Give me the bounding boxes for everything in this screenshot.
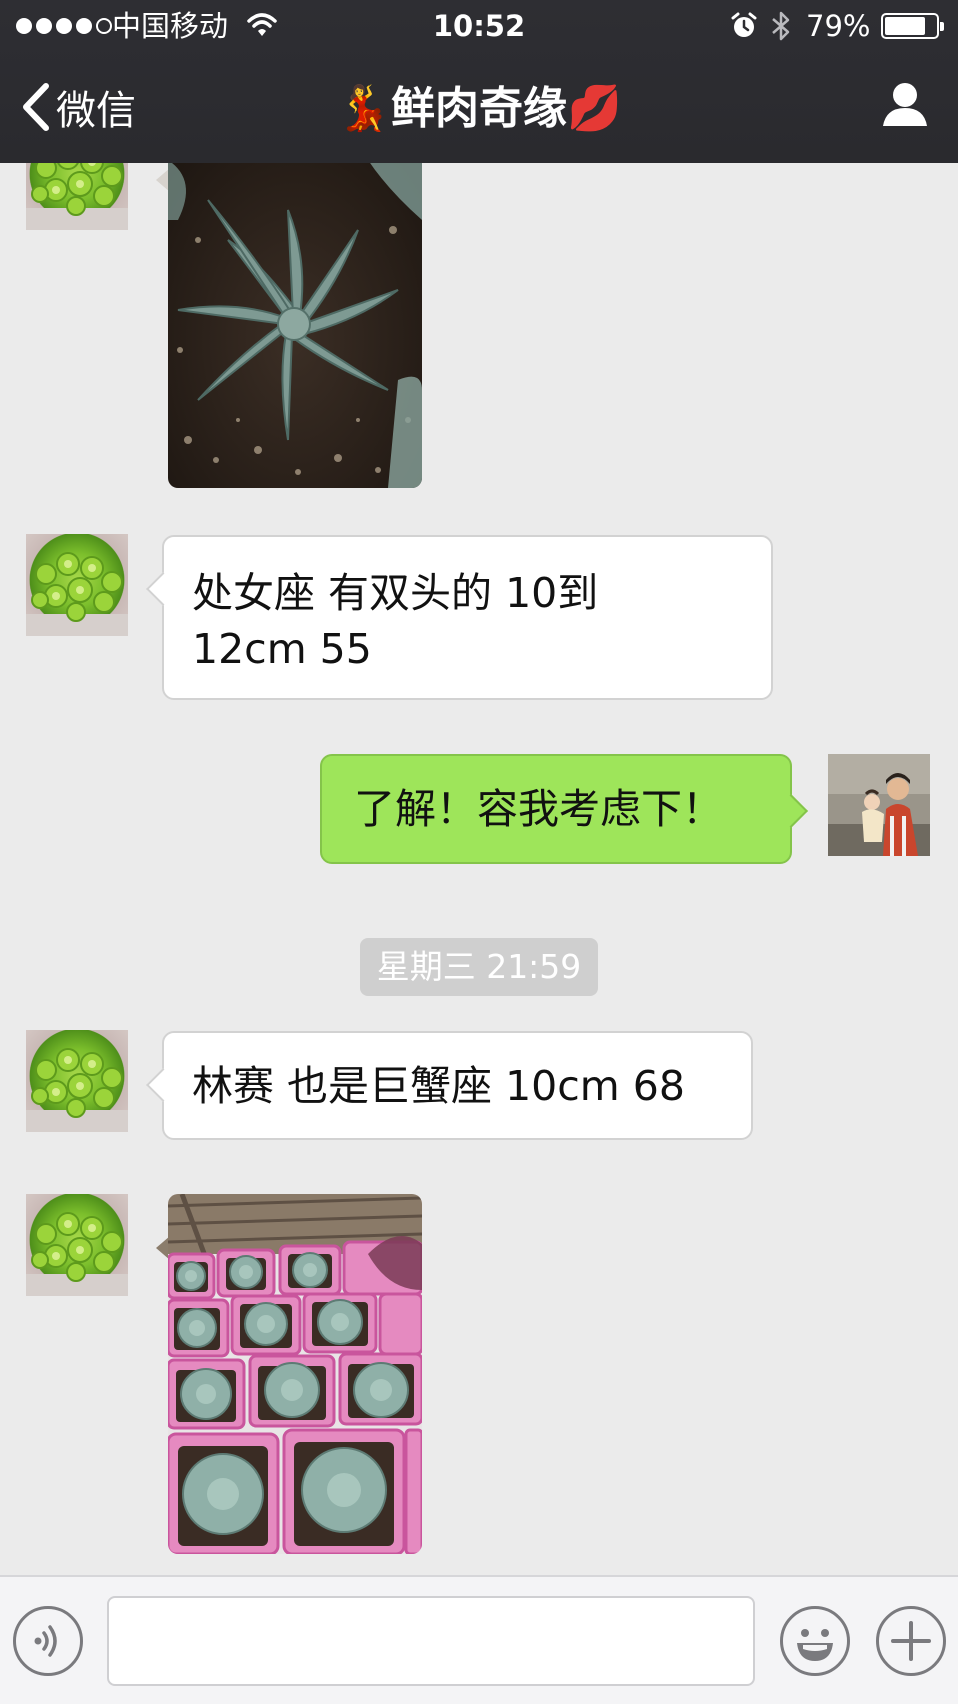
message-text-line: 处女座 有双头的 10到 [192,569,599,617]
voice-input-button[interactable] [13,1606,83,1676]
alarm-icon [731,12,757,44]
contact-avatar[interactable] [26,1194,128,1296]
person-icon [883,83,927,126]
input-toolbar [0,1575,958,1704]
battery-tip [940,22,944,31]
smiley-icon [797,1629,833,1661]
message-bubble-sent[interactable]: 了解！容我考虑下！ [320,754,808,864]
message-bubble-received[interactable]: 林赛 也是巨蟹座 10cm 68 [146,1031,753,1140]
chat-title: 💃鲜肉奇缘💋 [0,78,958,138]
battery-percentage: 79% [806,9,871,43]
bluetooth-icon [770,10,792,46]
image-message-succulents-pots[interactable] [168,1194,422,1554]
plus-icon [891,1621,931,1661]
message-bubble-received[interactable]: 处女座 有双头的 10到 12cm 55 [146,535,773,700]
voice-icon [34,1625,57,1657]
battery-icon [881,13,944,39]
chat-history[interactable]: 处女座 有双头的 10到 12cm 55 了解！容我考虑下！ 星期三 21:59… [0,0,958,1575]
emoji-button[interactable] [780,1606,850,1676]
top-bar: 中国移动 10:52 79% 微信 💃鲜肉奇缘💋 [0,0,958,163]
battery-level [885,17,925,35]
message-text: 了解！容我考虑下！ [354,785,723,833]
bubble-tail [774,794,808,828]
message-text: 林赛 也是巨蟹座 10cm 68 [192,1062,685,1110]
dancer-emoji-icon: 💃 [336,83,391,134]
bubble-tail [146,572,180,606]
image-message-succulent[interactable] [168,120,422,488]
contact-avatar[interactable] [26,534,128,636]
contact-avatar[interactable] [26,1030,128,1132]
message-input[interactable] [107,1596,755,1686]
status-bar: 中国移动 10:52 79% [0,0,958,52]
bubble-tail [146,1068,180,1102]
message-text-line: 12cm 55 [192,625,372,673]
more-functions-button[interactable] [876,1606,946,1676]
navigation-bar: 微信 💃鲜肉奇缘💋 [0,52,958,163]
my-avatar[interactable] [828,754,930,856]
timestamp-chip: 星期三 21:59 [360,938,598,996]
kiss-emoji-icon: 💋 [567,83,622,134]
chat-info-button[interactable] [882,80,928,132]
wechat-chat-screen: 处女座 有双头的 10到 12cm 55 了解！容我考虑下！ 星期三 21:59… [0,0,958,1704]
chat-title-text: 鲜肉奇缘 [391,83,567,134]
